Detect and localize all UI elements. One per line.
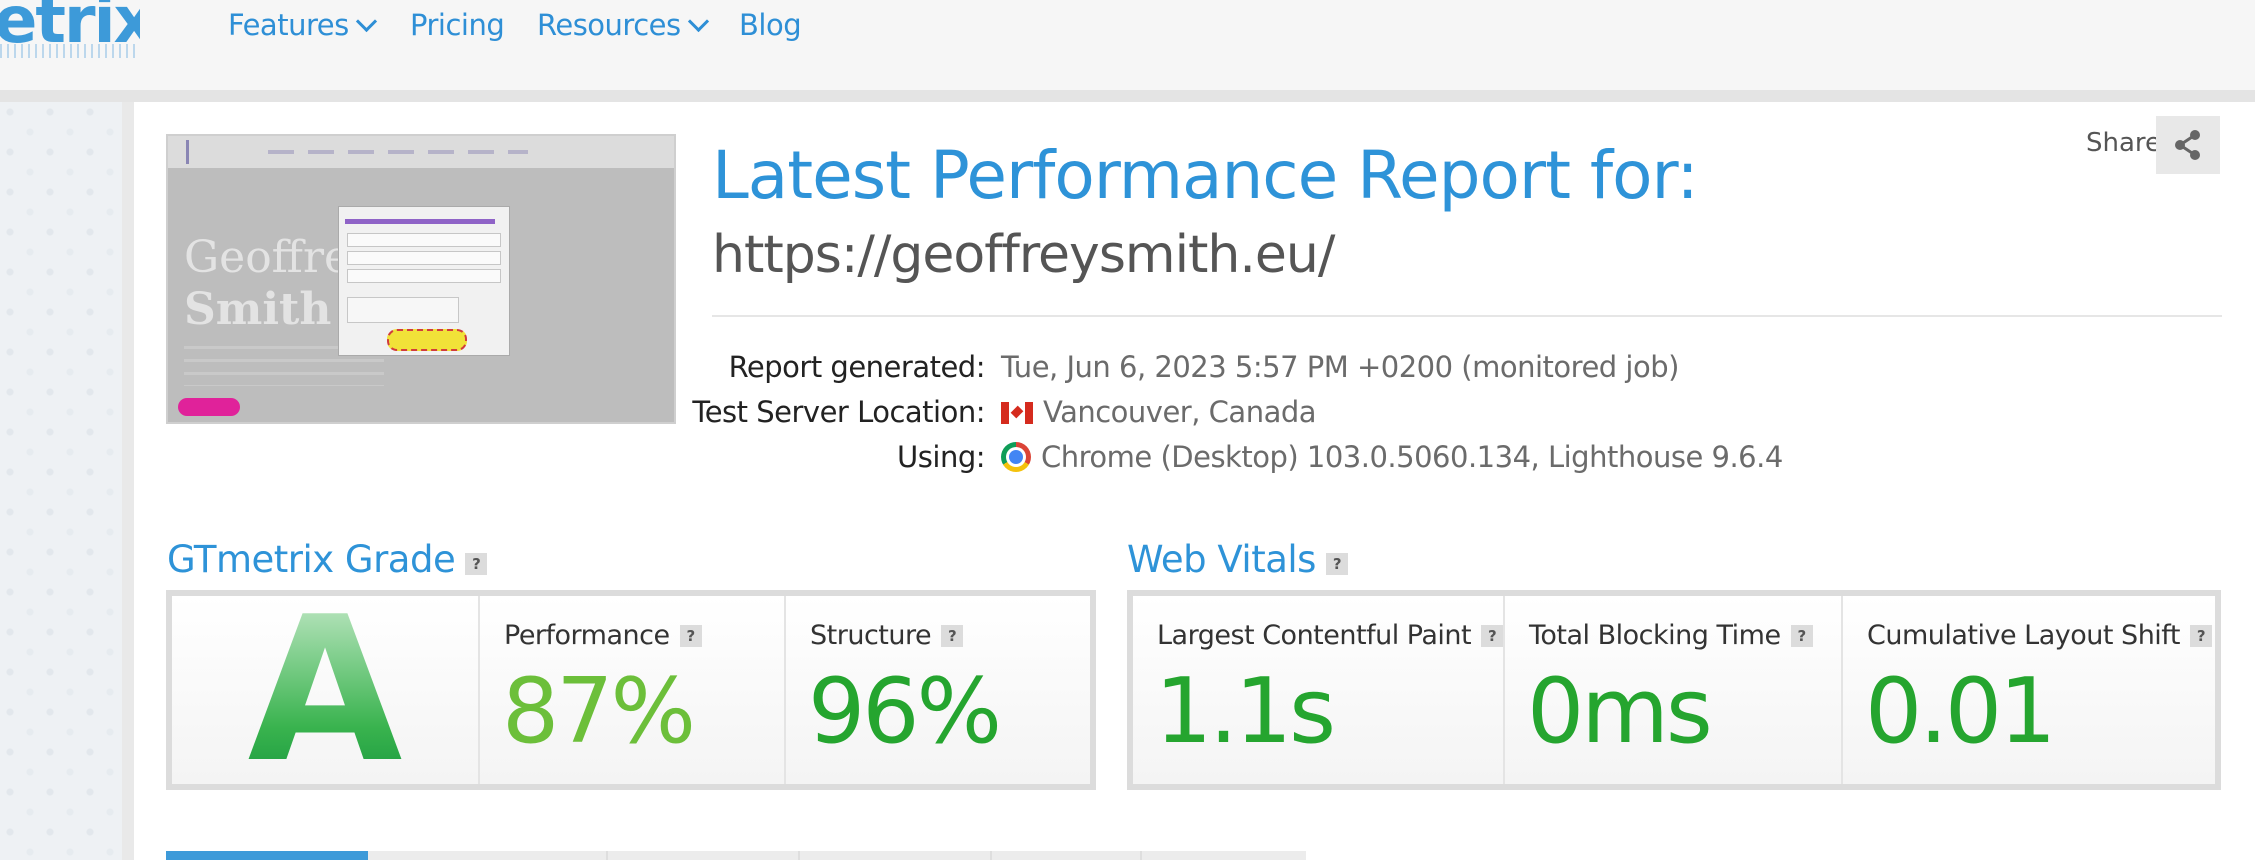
- gtmetrix-logo[interactable]: etrix: [0, 0, 140, 60]
- lcp-label: Largest Contentful Paint: [1157, 620, 1472, 651]
- nav-blog[interactable]: Blog: [739, 8, 802, 42]
- report-tab-active[interactable]: [166, 851, 368, 860]
- vitals-help-icon[interactable]: ?: [1325, 553, 1348, 575]
- tbt-cell: Total Blocking Time? 0ms: [1503, 596, 1841, 784]
- thumbnail-site-logo: [186, 140, 266, 164]
- tbt-label-wrap: Total Blocking Time?: [1529, 620, 1813, 651]
- tbt-label: Total Blocking Time: [1529, 620, 1781, 651]
- report-url: https://geoffreysmith.eu/: [712, 225, 1335, 285]
- share-label: Share: [2086, 128, 2162, 158]
- title-divider: [712, 315, 2222, 317]
- grade-cell: A: [172, 574, 478, 807]
- grade-help-icon[interactable]: ?: [465, 553, 488, 575]
- report-generated-label: Report generated:: [728, 350, 986, 384]
- nav-features[interactable]: Features: [228, 8, 377, 42]
- web-vitals-heading: Web Vitals?: [1127, 538, 1348, 581]
- nav-resources-label: Resources: [537, 8, 681, 42]
- chevron-down-icon: [355, 10, 377, 33]
- nav-pricing-label: Pricing: [410, 8, 505, 42]
- grade-letter: A: [172, 574, 478, 807]
- structure-cell: Structure? 96%: [784, 596, 1090, 784]
- tab-separator: [990, 851, 992, 860]
- share-button[interactable]: [2156, 116, 2220, 174]
- nav-resources[interactable]: Resources: [537, 8, 709, 42]
- tab-separator: [798, 851, 800, 860]
- tab-separator: [1140, 851, 1142, 860]
- cls-value: 0.01: [1865, 659, 2056, 764]
- header-divider: [0, 90, 2255, 102]
- lcp-cell: Largest Contentful Paint? 1.1s: [1133, 596, 1504, 784]
- thumbnail-name-line1: Geoffre: [184, 232, 351, 283]
- cls-label: Cumulative Layout Shift: [1867, 620, 2180, 651]
- nav-blog-label: Blog: [739, 8, 802, 42]
- meta-server-location: Test Server Location: Vancouver, Canada: [0, 395, 2255, 435]
- side-gap: [122, 102, 134, 860]
- thumbnail-site-nav: [268, 150, 528, 154]
- tab-separator: [606, 851, 608, 860]
- thumbnail-site-header: [168, 136, 674, 168]
- top-header: etrix Features Pricing Resources Blog: [0, 0, 2255, 90]
- cls-cell: Cumulative Layout Shift? 0.01: [1841, 596, 2215, 784]
- thumbnail-modal-button: [387, 329, 467, 351]
- background-pattern: [0, 102, 122, 860]
- server-location-value-wrap: Vancouver, Canada: [1001, 395, 1317, 429]
- logo-ruler-decoration: [0, 44, 140, 58]
- tbt-value: 0ms: [1527, 659, 1713, 764]
- performance-cell: Performance? 87%: [478, 596, 784, 784]
- cls-help-icon[interactable]: ?: [2189, 625, 2212, 647]
- thumbnail-name-line2: Smith: [184, 284, 332, 335]
- chevron-down-icon: [687, 10, 709, 33]
- using-value-wrap: Chrome (Desktop) 103.0.5060.134, Lightho…: [1001, 440, 1783, 474]
- performance-help-icon[interactable]: ?: [679, 625, 702, 647]
- thumbnail-modal-heading: [345, 219, 495, 224]
- using-label: Using:: [897, 440, 985, 474]
- thumbnail-modal-field: [347, 251, 501, 265]
- server-location-label: Test Server Location:: [692, 395, 985, 429]
- nav-features-label: Features: [228, 8, 349, 42]
- share-icon: [2175, 130, 2200, 160]
- thumbnail-newsletter-modal: [338, 206, 510, 356]
- server-location-value: Vancouver, Canada: [1043, 395, 1317, 429]
- structure-value: 96%: [808, 659, 1002, 764]
- performance-label: Performance: [504, 620, 670, 651]
- cls-label-wrap: Cumulative Layout Shift?: [1867, 620, 2212, 651]
- meta-report-generated: Report generated: Tue, Jun 6, 2023 5:57 …: [0, 350, 2255, 390]
- canada-flag-icon: [1001, 402, 1033, 424]
- nav-pricing[interactable]: Pricing: [410, 8, 505, 42]
- performance-value: 87%: [502, 659, 696, 764]
- lcp-help-icon[interactable]: ?: [1481, 625, 1504, 647]
- lcp-label-wrap: Largest Contentful Paint?: [1157, 620, 1504, 651]
- performance-label-wrap: Performance?: [504, 620, 702, 651]
- report-generated-value: Tue, Jun 6, 2023 5:57 PM +0200 (monitore…: [1001, 350, 1679, 384]
- structure-label-wrap: Structure?: [810, 620, 964, 651]
- gtmetrix-grade-panel: A Performance? 87% Structure? 96%: [166, 574, 1096, 807]
- structure-help-icon[interactable]: ?: [941, 625, 964, 647]
- tbt-help-icon[interactable]: ?: [1790, 625, 1813, 647]
- web-vitals-panel: Largest Contentful Paint? 1.1s Total Blo…: [1127, 590, 2221, 790]
- thumbnail-modal-field: [347, 269, 501, 283]
- lcp-value: 1.1s: [1155, 659, 1336, 764]
- structure-label: Structure: [810, 620, 932, 651]
- using-value: Chrome (Desktop) 103.0.5060.134, Lightho…: [1041, 440, 1783, 474]
- meta-using: Using: Chrome (Desktop) 103.0.5060.134, …: [0, 440, 2255, 480]
- thumbnail-site-name: Geoffre Smith: [184, 232, 350, 336]
- web-vitals-title: Web Vitals: [1127, 538, 1316, 581]
- thumbnail-modal-field: [347, 233, 501, 247]
- page-title: Latest Performance Report for:: [712, 137, 1699, 214]
- thumbnail-captcha: [347, 297, 459, 323]
- chrome-icon: [1001, 442, 1031, 472]
